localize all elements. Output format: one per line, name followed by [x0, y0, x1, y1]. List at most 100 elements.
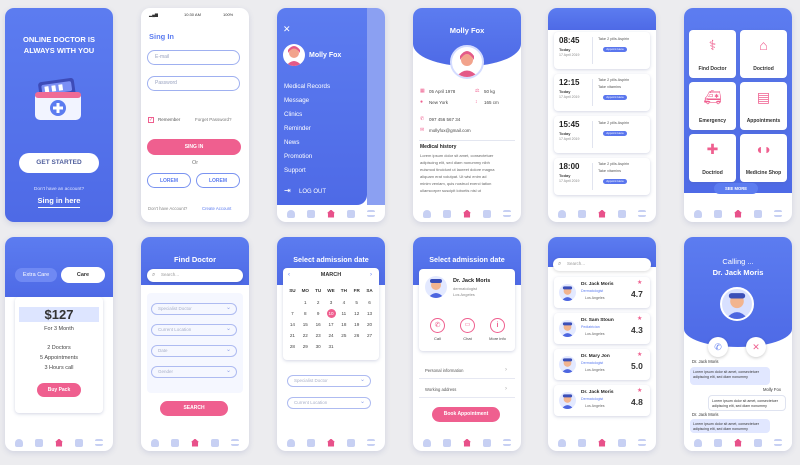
reminder-card[interactable]: 18:00 Today 17 April 2019 Take 2 pills A…: [554, 158, 650, 195]
cart-icon[interactable]: [347, 438, 355, 447]
calendar-day[interactable]: 15: [301, 320, 310, 329]
calendar-day[interactable]: 29: [301, 342, 310, 351]
calendar-day[interactable]: 4: [339, 298, 348, 307]
cart-icon[interactable]: [754, 209, 762, 218]
calendar-day[interactable]: 1: [301, 298, 310, 307]
home-icon[interactable]: [734, 209, 742, 218]
category-doctriod-2[interactable]: ✚ Doctriod: [689, 134, 736, 182]
lorem-button-2[interactable]: LOREM: [196, 173, 240, 188]
signin-button[interactable]: SING IN: [147, 139, 241, 155]
profile-icon[interactable]: [287, 209, 295, 218]
grid-icon[interactable]: [171, 438, 179, 447]
search-input[interactable]: ⌕ Search...: [147, 269, 243, 282]
cart-icon[interactable]: [483, 209, 491, 218]
grid-icon[interactable]: [443, 438, 451, 447]
cart-icon[interactable]: [211, 438, 219, 447]
calendar-day[interactable]: 9: [314, 309, 323, 318]
calendar-day[interactable]: 8: [301, 309, 310, 318]
menu-item-news[interactable]: News: [284, 139, 299, 146]
calendar-day[interactable]: 13: [365, 309, 374, 318]
grid-icon[interactable]: [578, 438, 586, 447]
doctor-list-item[interactable]: Dr. Sam Stoun Pediatrician Los Angeles ★…: [554, 313, 650, 344]
see-more-button[interactable]: SEE MORE: [714, 183, 758, 194]
calendar-day[interactable]: 25: [339, 331, 348, 340]
menu-item-promotion[interactable]: Promotion: [284, 153, 312, 160]
menu-icon[interactable]: [367, 210, 375, 217]
search-button[interactable]: SEARCH: [160, 401, 228, 416]
email-field[interactable]: E-mail: [147, 50, 240, 65]
location-dropdown[interactable]: Current Location: [151, 324, 237, 336]
remember-checkbox[interactable]: ✓: [148, 117, 154, 123]
profile-icon[interactable]: [558, 209, 566, 218]
menu-item-message[interactable]: Message: [284, 97, 309, 104]
calendar-day[interactable]: 19: [352, 320, 361, 329]
grid-icon[interactable]: [307, 209, 315, 218]
profile-icon[interactable]: [558, 438, 566, 447]
calendar-day[interactable]: 21: [288, 331, 297, 340]
profile-icon[interactable]: [423, 438, 431, 447]
cart-icon[interactable]: [347, 209, 355, 218]
create-account-link[interactable]: Create Account: [202, 206, 231, 211]
category-medicine-shop[interactable]: ◖◗ Medicine Shop: [740, 134, 787, 182]
specialist-dropdown[interactable]: Specialist Doctor: [287, 375, 371, 387]
calendar-day[interactable]: 23: [314, 331, 323, 340]
calendar-day[interactable]: 28: [288, 342, 297, 351]
calendar-day[interactable]: 26: [352, 331, 361, 340]
cart-icon[interactable]: [754, 438, 762, 447]
tab-extra-care[interactable]: Extra Care: [15, 268, 57, 282]
logout-button[interactable]: LOG OUT: [299, 189, 326, 195]
appoint-pill[interactable]: Appoint Here: [603, 179, 627, 184]
menu-icon[interactable]: [638, 210, 646, 217]
menu-icon[interactable]: [503, 210, 511, 217]
menu-icon[interactable]: [231, 439, 239, 446]
appoint-pill[interactable]: Appoint Here: [603, 131, 627, 136]
personal-info-row[interactable]: Personal information ›: [419, 365, 515, 379]
chat-icon[interactable]: ▭: [460, 318, 475, 333]
calendar-day[interactable]: 20: [365, 320, 374, 329]
profile-icon[interactable]: [15, 438, 23, 447]
profile-icon[interactable]: [423, 209, 431, 218]
menu-icon[interactable]: [503, 439, 511, 446]
category-appointments[interactable]: ▤ Appointments: [740, 82, 787, 130]
menu-item-support[interactable]: Support: [284, 167, 306, 174]
cart-icon[interactable]: [483, 438, 491, 447]
signin-link[interactable]: Sing in here: [5, 197, 113, 205]
buy-pack-button[interactable]: Buy Pack: [37, 383, 81, 397]
grid-icon[interactable]: [443, 209, 451, 218]
calendar-day[interactable]: 7: [288, 309, 297, 318]
specialist-dropdown[interactable]: Specialist Doctor: [151, 303, 237, 315]
calendar-day[interactable]: 6: [365, 298, 374, 307]
close-icon[interactable]: ✕: [283, 25, 291, 34]
calendar-day[interactable]: 12: [352, 309, 361, 318]
forgot-password-link[interactable]: Forget Password?: [195, 117, 232, 123]
lorem-button-1[interactable]: LOREM: [147, 173, 191, 188]
profile-icon[interactable]: [694, 438, 702, 447]
search-input[interactable]: ⌕ Search...: [553, 258, 651, 271]
grid-icon[interactable]: [714, 209, 722, 218]
password-field[interactable]: Password: [147, 76, 240, 91]
calendar-day[interactable]: 31: [327, 342, 336, 351]
calendar-day[interactable]: 30: [314, 342, 323, 351]
calendar-day[interactable]: 17: [327, 320, 336, 329]
calendar-day-selected[interactable]: 10: [326, 309, 336, 318]
doctor-list-item[interactable]: Dr. Jack Moris Dermatologist Los Angeles…: [554, 277, 650, 308]
menu-item-reminder[interactable]: Reminder: [284, 125, 311, 132]
gender-dropdown[interactable]: Gender: [151, 366, 237, 378]
profile-icon[interactable]: [287, 438, 295, 447]
calendar-day[interactable]: 5: [352, 298, 361, 307]
grid-icon[interactable]: [578, 209, 586, 218]
home-icon[interactable]: [598, 209, 606, 218]
tab-care[interactable]: Care: [61, 267, 105, 283]
appoint-pill[interactable]: Appoint Here: [603, 47, 627, 52]
location-dropdown[interactable]: Current Location: [287, 397, 371, 409]
menu-item-clinics[interactable]: Clinics: [284, 111, 302, 118]
working-address-row[interactable]: Working address ›: [419, 384, 515, 398]
calendar-day[interactable]: 24: [327, 331, 336, 340]
reminder-card[interactable]: 08:45 Today 17 April 2019 Take 2 pills A…: [554, 32, 650, 69]
calendar-day[interactable]: 22: [301, 331, 310, 340]
calendar-day[interactable]: 18: [339, 320, 348, 329]
grid-icon[interactable]: [35, 438, 43, 447]
calendar-day[interactable]: 3: [327, 298, 336, 307]
date-dropdown[interactable]: Date: [151, 345, 237, 357]
profile-icon[interactable]: [151, 438, 159, 447]
